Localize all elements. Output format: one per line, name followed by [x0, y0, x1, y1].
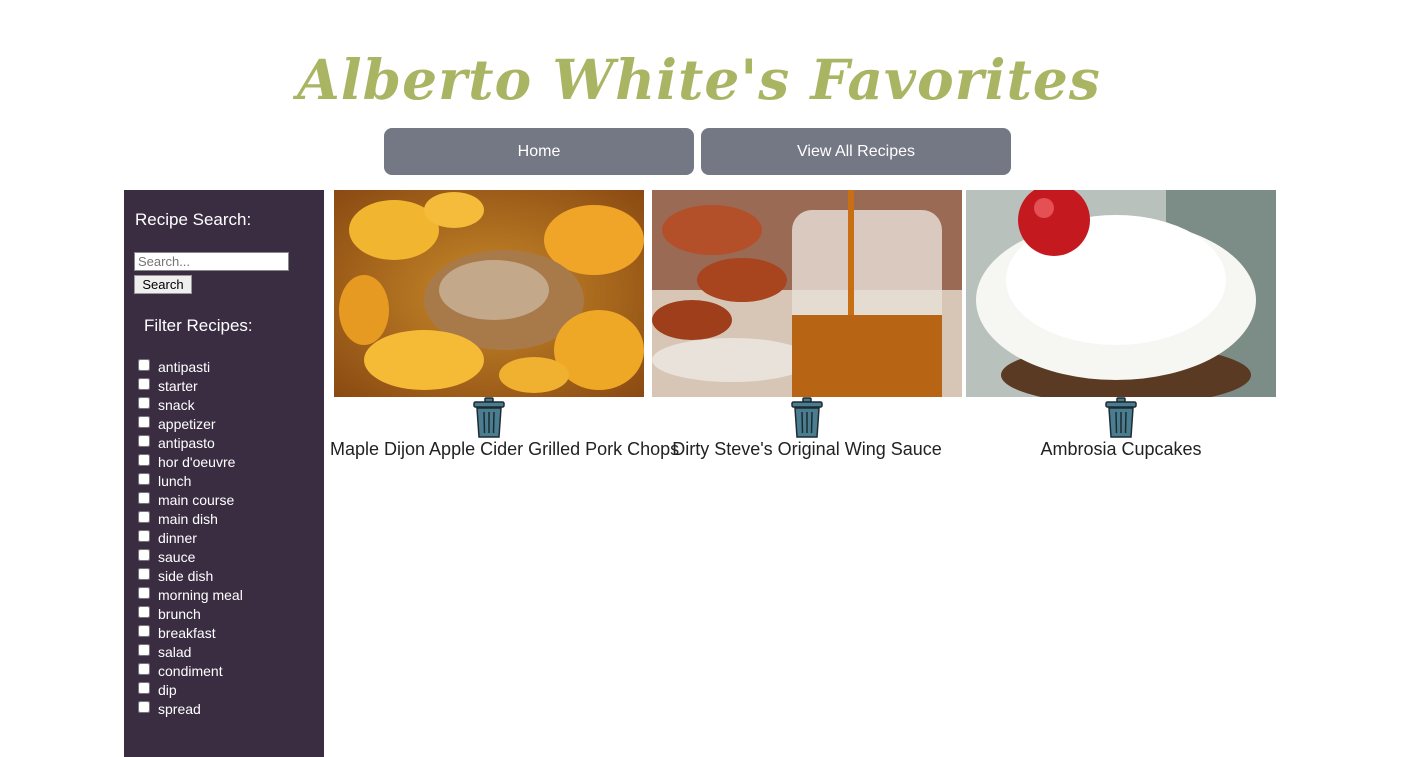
- trash-icon[interactable]: [472, 397, 506, 439]
- filter-checkbox[interactable]: [138, 434, 150, 447]
- filter-checkbox[interactable]: [138, 472, 150, 485]
- filter-recipes-heading: Filter Recipes:: [144, 316, 253, 335]
- filter-label: spread: [158, 700, 201, 717]
- filter-label: sauce: [158, 548, 196, 565]
- filter-checkbox[interactable]: [138, 624, 150, 637]
- filter-label: hor d'oeuvre: [158, 453, 236, 470]
- recipe-title[interactable]: Maple Dijon Apple Cider Grilled Pork Cho…: [330, 439, 679, 460]
- recipe-card: Dirty Steve's Original Wing Sauce: [648, 190, 966, 460]
- search-button[interactable]: Search: [134, 275, 192, 294]
- view-all-recipes-button[interactable]: View All Recipes: [701, 128, 1011, 175]
- sidebar: Recipe Search: Search Filter Recipes: an…: [124, 190, 324, 757]
- filter-item: antipasti: [137, 357, 243, 376]
- filter-list: antipasti starter snack appetizer antipa…: [137, 357, 243, 718]
- filter-checkbox[interactable]: [138, 643, 150, 656]
- filter-label: condiment: [158, 662, 223, 679]
- filter-item: side dish: [137, 566, 243, 585]
- trash-icon[interactable]: [790, 397, 824, 439]
- filter-item: appetizer: [137, 414, 243, 433]
- filter-checkbox[interactable]: [138, 491, 150, 504]
- filter-checkbox[interactable]: [138, 567, 150, 580]
- filter-item: lunch: [137, 471, 243, 490]
- filter-label: main course: [158, 491, 235, 508]
- filter-label: main dish: [158, 510, 218, 527]
- filter-checkbox[interactable]: [138, 396, 150, 409]
- filter-item: hor d'oeuvre: [137, 452, 243, 471]
- filter-checkbox[interactable]: [138, 453, 150, 466]
- trash-icon[interactable]: [1104, 397, 1138, 439]
- filter-label: brunch: [158, 605, 201, 622]
- filter-item: snack: [137, 395, 243, 414]
- filter-item: dinner: [137, 528, 243, 547]
- filter-item: dip: [137, 680, 243, 699]
- recipe-search-heading: Recipe Search:: [135, 210, 252, 229]
- filter-checkbox[interactable]: [138, 358, 150, 371]
- filter-label: salad: [158, 643, 192, 660]
- filter-label: morning meal: [158, 586, 243, 603]
- pork-chops-photo[interactable]: [334, 190, 644, 397]
- filter-checkbox[interactable]: [138, 529, 150, 542]
- recipe-card: Maple Dijon Apple Cider Grilled Pork Cho…: [330, 190, 679, 460]
- filter-label: lunch: [158, 472, 192, 489]
- filter-label: side dish: [158, 567, 214, 584]
- filter-label: antipasti: [158, 358, 211, 375]
- filter-label: snack: [158, 396, 195, 413]
- filter-checkbox[interactable]: [138, 377, 150, 390]
- filter-label: dip: [158, 681, 177, 698]
- filter-item: main course: [137, 490, 243, 509]
- wing-sauce-photo[interactable]: [652, 190, 962, 397]
- filter-checkbox[interactable]: [138, 681, 150, 694]
- home-button[interactable]: Home: [384, 128, 694, 175]
- page: Alberto White's Favorites Home View All …: [0, 0, 1423, 757]
- filter-item: condiment: [137, 661, 243, 680]
- filter-label: antipasto: [158, 434, 215, 451]
- filter-label: starter: [158, 377, 198, 394]
- filter-checkbox[interactable]: [138, 510, 150, 523]
- filter-label: appetizer: [158, 415, 216, 432]
- filter-checkbox[interactable]: [138, 586, 150, 599]
- filter-item: starter: [137, 376, 243, 395]
- filter-item: antipasto: [137, 433, 243, 452]
- filter-item: spread: [137, 699, 243, 718]
- filter-item: morning meal: [137, 585, 243, 604]
- filter-item: brunch: [137, 604, 243, 623]
- filter-label: dinner: [158, 529, 197, 546]
- recipe-title[interactable]: Ambrosia Cupcakes: [962, 439, 1280, 460]
- recipe-title[interactable]: Dirty Steve's Original Wing Sauce: [648, 439, 966, 460]
- search-input[interactable]: [134, 252, 289, 271]
- filter-item: breakfast: [137, 623, 243, 642]
- filter-label: breakfast: [158, 624, 216, 641]
- filter-item: main dish: [137, 509, 243, 528]
- filter-checkbox[interactable]: [138, 605, 150, 618]
- recipe-card: Ambrosia Cupcakes: [962, 190, 1280, 460]
- cupcake-photo[interactable]: [966, 190, 1276, 397]
- filter-item: sauce: [137, 547, 243, 566]
- filter-checkbox[interactable]: [138, 662, 150, 675]
- site-title: Alberto White's Favorites: [297, 47, 1101, 112]
- filter-checkbox[interactable]: [138, 548, 150, 561]
- filter-checkbox[interactable]: [138, 415, 150, 428]
- filter-item: salad: [137, 642, 243, 661]
- filter-checkbox[interactable]: [138, 700, 150, 713]
